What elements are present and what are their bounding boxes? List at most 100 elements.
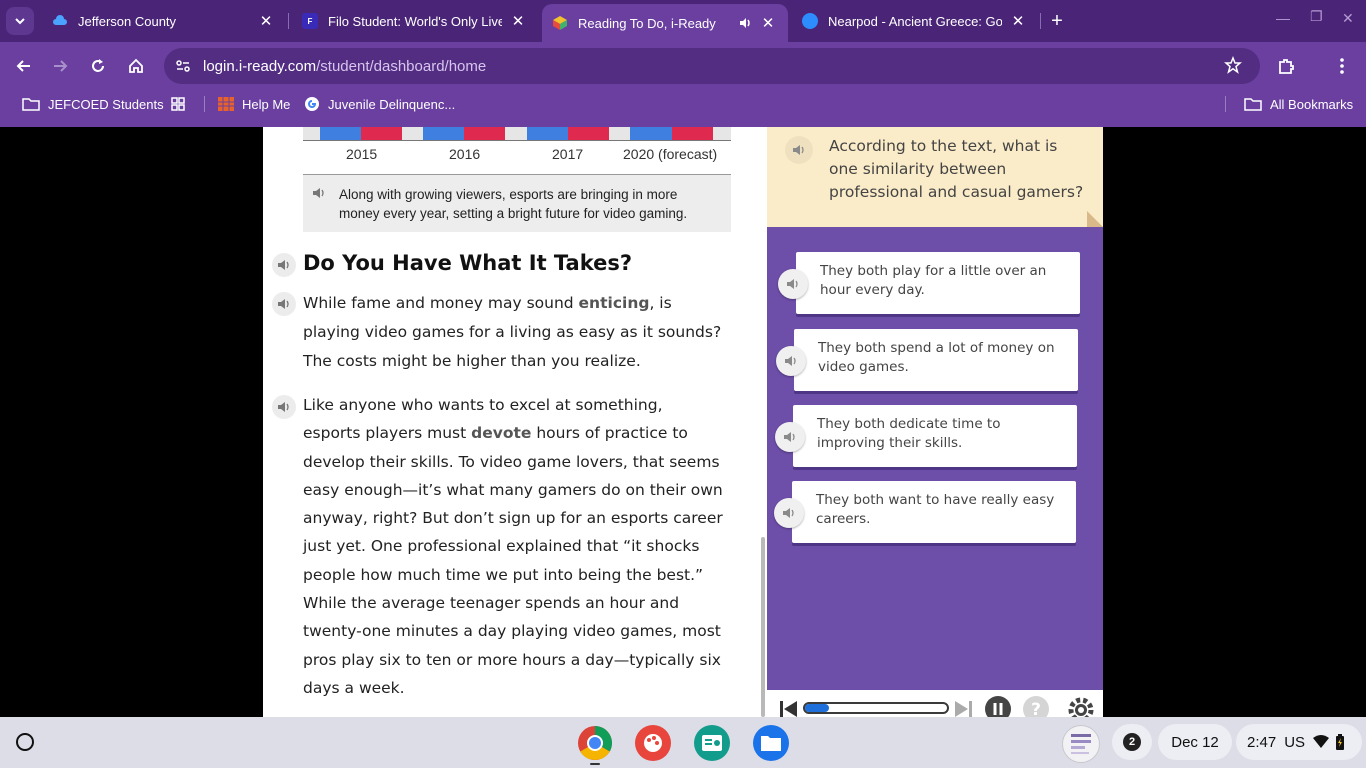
speaker-icon <box>793 145 804 155</box>
audio-progress-fill <box>805 704 830 712</box>
speaker-icon <box>278 402 289 412</box>
star-icon[interactable] <box>1224 55 1242 79</box>
bookmark-apps[interactable] <box>171 90 193 118</box>
paragraph-speaker-button[interactable] <box>272 292 296 316</box>
answer-speaker-button[interactable] <box>776 346 806 376</box>
question-prompt: According to the text, what is one simil… <box>829 137 1084 201</box>
arrow-right-icon <box>54 60 68 72</box>
speaker-icon <box>783 508 794 518</box>
wifi-icon <box>1313 735 1330 749</box>
answer-option-1[interactable]: They both play for a little over an hour… <box>778 252 1080 314</box>
cloud-icon <box>52 13 68 29</box>
site-info-icon[interactable] <box>174 57 192 80</box>
puzzle-icon <box>1279 59 1294 74</box>
gear-icon[interactable] <box>1067 696 1095 717</box>
reading-passage: 2015 2016 2017 2020 (forecast) Along wit… <box>263 127 767 717</box>
bookmarks-bar: JEFCOED Students Help Me Juvenile Delinq… <box>0 90 1366 127</box>
answer-text: They both play for a little over an hour… <box>820 263 1047 298</box>
question-speaker-button[interactable] <box>785 136 813 164</box>
chrome-app-icon[interactable] <box>577 725 613 761</box>
extensions-button[interactable] <box>1272 52 1300 80</box>
answer-option-3[interactable]: They both dedicate time to improving the… <box>775 405 1077 467</box>
date-label: Dec 12 <box>1171 733 1219 751</box>
home-button[interactable] <box>122 52 150 80</box>
forward-button[interactable] <box>46 52 74 80</box>
maximize-icon[interactable]: ❐ <box>1310 8 1323 25</box>
answer-speaker-button[interactable] <box>778 269 808 299</box>
tab-iready[interactable]: Reading To Do, i-Ready ✕ <box>542 4 788 42</box>
help-icon[interactable]: ? <box>1023 696 1049 717</box>
bookmark-help-me[interactable]: Help Me <box>218 90 290 118</box>
bookmark-jefcoed[interactable]: JEFCOED Students <box>22 90 164 118</box>
files-app-icon[interactable] <box>753 725 789 761</box>
folder-icon <box>1244 97 1262 111</box>
vocab-word-enticing[interactable]: enticing <box>579 294 650 312</box>
chart-tick-label: 2020 (forecast) <box>623 146 718 162</box>
speaker-icon <box>785 356 796 366</box>
tab-nearpod[interactable]: Nearpod - Ancient Greece: Gods ✕ <box>792 6 1038 36</box>
launcher-button[interactable] <box>16 733 34 751</box>
reload-button[interactable] <box>84 52 112 80</box>
google-icon <box>304 96 320 112</box>
answer-speaker-button[interactable] <box>774 498 804 528</box>
paint-app-icon[interactable] <box>635 725 671 761</box>
close-window-icon[interactable]: ✕ <box>1342 10 1354 27</box>
page-viewport: 2015 2016 2017 2020 (forecast) Along wit… <box>0 127 1366 717</box>
new-tab-button[interactable]: + <box>1044 8 1070 34</box>
answer-speaker-button[interactable] <box>775 422 805 452</box>
chart-tick-label: 2016 <box>449 146 481 162</box>
locale-label: US <box>1284 733 1306 751</box>
tab-search-button[interactable] <box>6 7 34 35</box>
skip-back-icon[interactable] <box>779 700 799 717</box>
menu-button[interactable] <box>1328 52 1356 80</box>
chart-tick-label: 2015 <box>346 146 378 162</box>
caption-speaker-button[interactable] <box>307 181 331 205</box>
paragraph-speaker-button[interactable] <box>272 395 296 419</box>
url-text: login.i-ready.com/student/dashboard/home <box>203 58 487 75</box>
speaker-icon <box>278 260 289 270</box>
skip-forward-icon[interactable] <box>953 700 973 717</box>
speaker-icon[interactable] <box>738 16 752 30</box>
tab-title: Nearpod - Ancient Greece: Gods <box>828 13 1002 29</box>
battery-icon <box>1335 734 1345 750</box>
page-fold <box>1087 211 1103 227</box>
browser-toolbar: login.i-ready.com/student/dashboard/home <box>0 42 1366 90</box>
minimize-icon[interactable]: — <box>1276 10 1290 26</box>
chevron-down-icon <box>15 18 25 25</box>
vocab-word-devote[interactable]: devote <box>471 424 531 442</box>
passage-scrollbar-thumb[interactable] <box>761 537 765 717</box>
classroom-app-icon[interactable] <box>694 725 730 761</box>
status-area[interactable]: 2:47 US <box>1236 724 1362 760</box>
answer-text: They both dedicate time to improving the… <box>817 416 1001 451</box>
bookmark-juvenile[interactable]: Juvenile Delinquenc... <box>304 90 455 118</box>
close-icon[interactable]: ✕ <box>1008 11 1028 31</box>
speaker-icon <box>784 432 795 442</box>
pause-icon[interactable] <box>985 696 1011 717</box>
paragraph-2: Like anyone who wants to excel at someth… <box>303 396 723 697</box>
heading-speaker-button[interactable] <box>272 253 296 277</box>
close-icon[interactable]: ✕ <box>508 11 528 31</box>
holding-space-thumbnail[interactable] <box>1062 725 1100 763</box>
chart-axis <box>303 140 731 141</box>
tab-filo[interactable]: F Filo Student: World's Only Live I ✕ <box>292 6 538 36</box>
audio-player: ? <box>767 690 1103 717</box>
notification-button[interactable]: 2 <box>1112 724 1152 760</box>
system-shelf: 2 Dec 12 2:47 US <box>0 717 1366 768</box>
close-icon[interactable]: ✕ <box>758 13 778 33</box>
audio-progress-bar[interactable] <box>803 702 949 714</box>
paragraph-1: While fame and money may sound enticing,… <box>303 294 722 370</box>
answer-text: They both want to have really easy caree… <box>816 492 1055 527</box>
folder-icon <box>22 97 40 111</box>
all-bookmarks[interactable]: All Bookmarks <box>1244 90 1353 118</box>
answer-option-2[interactable]: They both spend a lot of money on video … <box>776 329 1078 391</box>
back-button[interactable] <box>10 52 38 80</box>
nearpod-icon <box>802 13 818 29</box>
close-icon[interactable]: ✕ <box>256 11 276 31</box>
caption-text: Along with growing viewers, esports are … <box>339 187 688 221</box>
calendar-button[interactable]: Dec 12 <box>1158 724 1232 760</box>
tab-jefferson-county[interactable]: Jefferson County ✕ <box>42 6 286 36</box>
reload-icon <box>92 59 104 72</box>
tab-strip: Jefferson County ✕ F Filo Student: World… <box>0 0 1366 42</box>
address-bar[interactable]: login.i-ready.com/student/dashboard/home <box>164 48 1260 84</box>
answer-option-4[interactable]: They both want to have really easy caree… <box>774 481 1076 543</box>
